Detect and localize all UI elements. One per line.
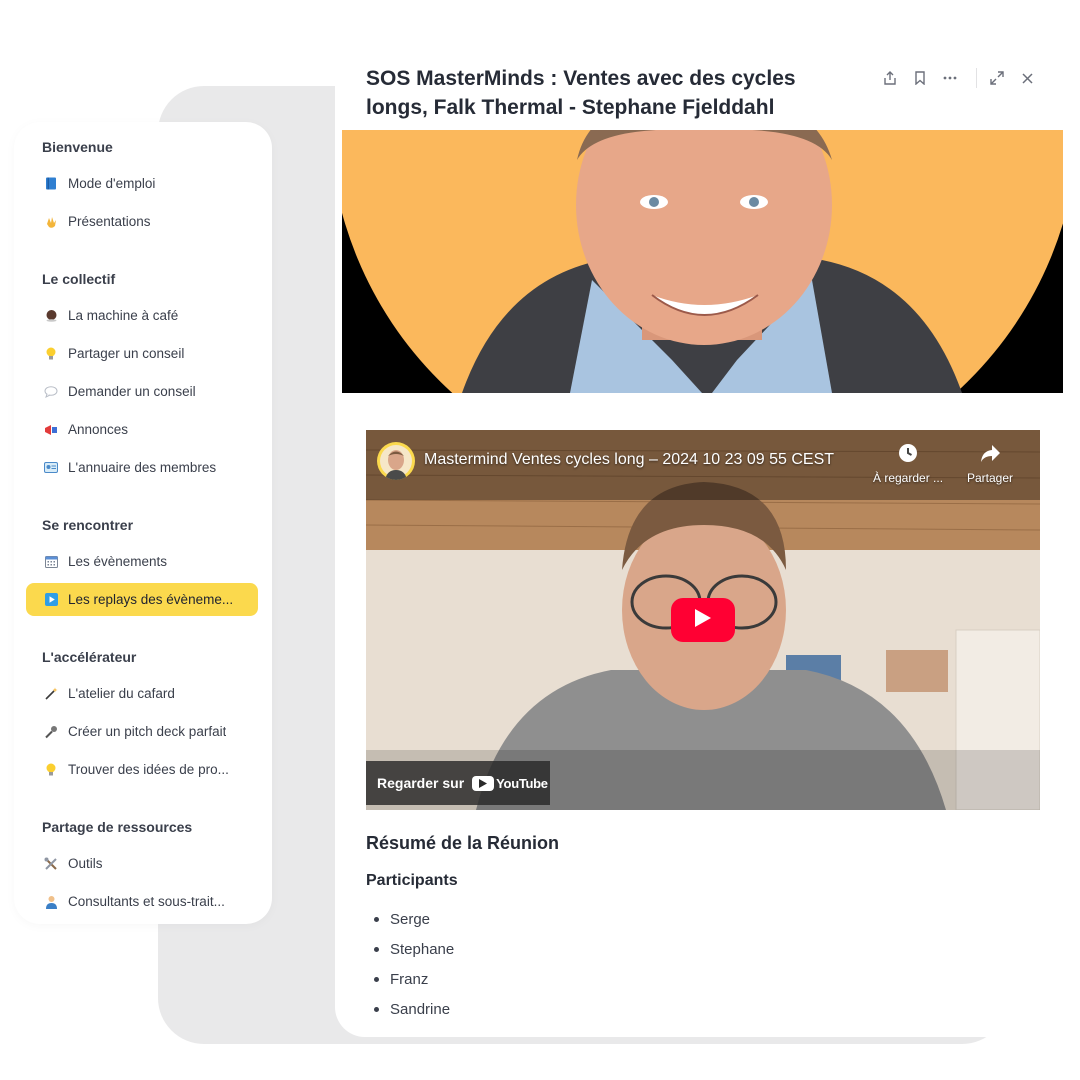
bullet <box>374 976 379 982</box>
waving-hand-icon <box>44 215 58 229</box>
sidebar-item-machine-cafe[interactable]: La machine à café <box>26 299 258 332</box>
list-item: Franz <box>366 964 454 994</box>
list-item: Stephane <box>366 934 454 964</box>
sidebar-item-label: La machine à café <box>68 308 179 323</box>
sidebar-item-outils[interactable]: Outils <box>26 847 258 880</box>
participant-name: Sandrine <box>390 1000 451 1018</box>
watch-later-label: À regarder ... <box>873 471 944 485</box>
toolbar-divider <box>976 68 977 88</box>
more-icon[interactable] <box>940 68 960 88</box>
play-button-icon <box>44 593 58 607</box>
sidebar-section-title: Le collectif <box>42 271 116 287</box>
lightbulb-icon <box>44 347 58 361</box>
share-icon[interactable] <box>880 68 900 88</box>
sidebar-item-label: Les évènements <box>68 554 168 569</box>
sidebar: Bienvenue Mode d'emploi Présentations Le… <box>14 122 272 924</box>
list-item: Serge <box>366 904 454 934</box>
sidebar-item-label: Créer un pitch deck parfait <box>68 724 227 739</box>
lightbulb-icon <box>44 763 58 777</box>
sidebar-section-title: Partage de ressources <box>42 819 193 835</box>
sidebar-item-label: Mode d'emploi <box>68 176 156 191</box>
sidebar-item-label: Consultants et sous-trait... <box>68 894 225 909</box>
bullet <box>374 946 379 952</box>
microphone-icon <box>44 725 58 739</box>
participants-list: Serge Stephane Franz Sandrine <box>366 904 454 1024</box>
play-icon <box>694 608 712 633</box>
coffee-icon <box>44 309 58 323</box>
person-icon <box>44 895 58 909</box>
tools-icon <box>44 857 58 871</box>
sidebar-item-label: Demander un conseil <box>68 384 196 399</box>
share-label: Partager <box>967 471 1014 485</box>
sidebar-item-mode-emploi[interactable]: Mode d'emploi <box>26 167 258 200</box>
video-embed[interactable]: Mastermind Ventes cycles long – 2024 10 … <box>366 430 1040 810</box>
watch-on-youtube-button[interactable]: Regarder sur YouTube <box>366 761 550 805</box>
sidebar-item-label: Les replays des évèneme... <box>68 592 234 607</box>
sidebar-item-label: L'annuaire des membres <box>68 460 217 475</box>
bullet <box>374 1006 379 1012</box>
sidebar-item-demander-conseil[interactable]: Demander un conseil <box>26 375 258 408</box>
sidebar-item-atelier-cafard[interactable]: L'atelier du cafard <box>26 677 258 710</box>
youtube-logo-icon: YouTube <box>472 775 548 791</box>
sidebar-item-evenements[interactable]: Les évènements <box>26 545 258 578</box>
share-arrow-icon <box>979 442 1001 467</box>
play-button[interactable] <box>671 598 735 642</box>
content-panel: SOS MasterMinds : Ventes avec des cycles… <box>335 40 1063 1037</box>
bullet <box>374 916 379 922</box>
sidebar-item-partager-conseil[interactable]: Partager un conseil <box>26 337 258 370</box>
participant-name: Franz <box>390 970 429 988</box>
sidebar-item-pitch-deck[interactable]: Créer un pitch deck parfait <box>26 715 258 748</box>
sidebar-item-label: Partager un conseil <box>68 346 185 361</box>
sidebar-item-idees[interactable]: Trouver des idées de pro... <box>26 753 258 786</box>
share-video-button[interactable]: Partager <box>967 442 1013 485</box>
video-title[interactable]: Mastermind Ventes cycles long – 2024 10 … <box>424 451 834 469</box>
speech-bubble-icon <box>44 385 58 399</box>
magic-wand-icon <box>44 687 58 701</box>
sidebar-section-title: Se rencontrer <box>42 517 134 533</box>
id-card-icon <box>44 461 58 475</box>
sidebar-item-label: Trouver des idées de pro... <box>68 762 229 777</box>
sidebar-item-label: Outils <box>68 856 103 871</box>
sidebar-item-label: Présentations <box>68 214 151 229</box>
megaphone-icon <box>44 423 58 437</box>
watch-on-label: Regarder sur <box>377 775 465 791</box>
sidebar-item-replays[interactable]: Les replays des évèneme... <box>26 583 258 616</box>
participant-name: Stephane <box>390 940 455 958</box>
sidebar-item-label: L'atelier du cafard <box>68 686 175 701</box>
panel-toolbar <box>880 68 1047 88</box>
expand-icon[interactable] <box>987 68 1007 88</box>
sidebar-item-presentations[interactable]: Présentations <box>26 205 258 238</box>
bookmark-icon[interactable] <box>910 68 930 88</box>
calendar-icon <box>44 555 58 569</box>
book-icon <box>44 177 58 191</box>
sidebar-section-title: L'accélérateur <box>42 649 137 665</box>
summary-heading: Résumé de la Réunion <box>366 833 560 853</box>
sidebar-item-label: Annonces <box>68 422 129 437</box>
watch-later-button[interactable]: À regarder ... <box>873 442 943 485</box>
sidebar-item-annonces[interactable]: Annonces <box>26 413 258 446</box>
page-title: SOS MasterMinds : Ventes avec des cycles… <box>366 67 796 119</box>
close-icon[interactable] <box>1017 68 1037 88</box>
participant-name: Serge <box>390 910 431 928</box>
channel-avatar[interactable] <box>377 442 415 480</box>
sidebar-section-title: Bienvenue <box>42 139 113 155</box>
sidebar-item-annuaire[interactable]: L'annuaire des membres <box>26 451 258 484</box>
list-item: Sandrine <box>366 994 454 1024</box>
participants-heading: Participants <box>366 872 458 889</box>
sidebar-item-consultants[interactable]: Consultants et sous-trait... <box>26 885 258 918</box>
clock-icon <box>897 442 919 467</box>
hero-image <box>342 130 1063 393</box>
